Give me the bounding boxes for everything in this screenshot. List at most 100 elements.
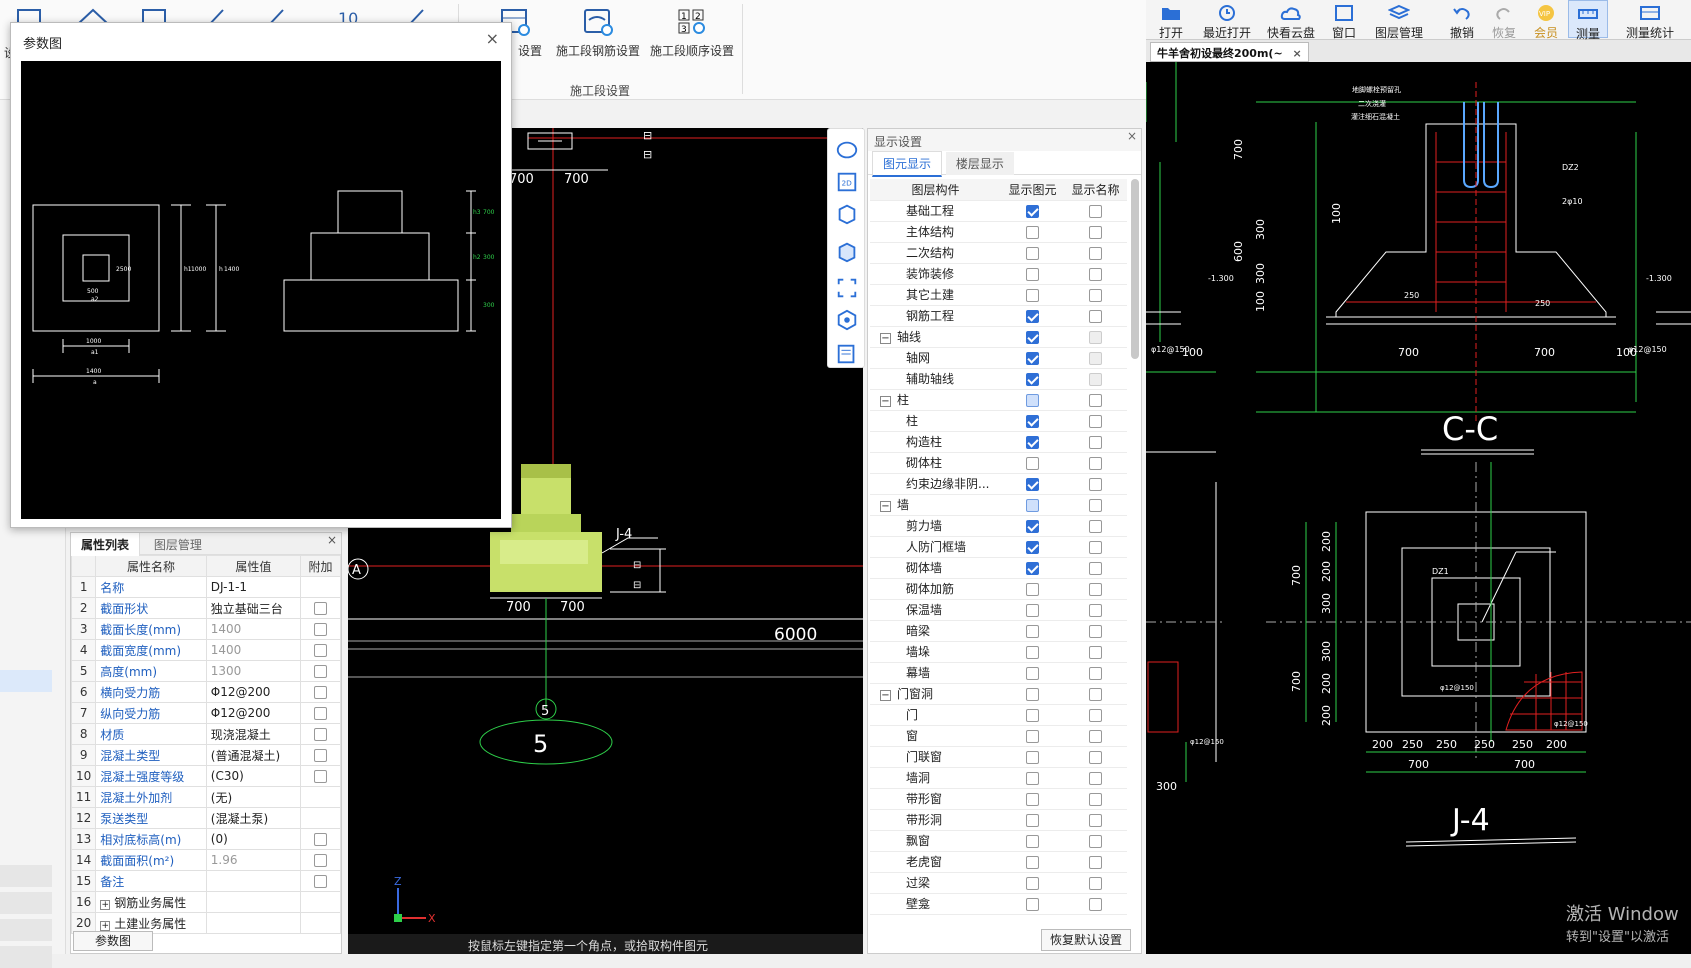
show-element-checkbox[interactable] xyxy=(1026,645,1039,659)
show-name-checkbox[interactable] xyxy=(1089,624,1102,638)
property-value[interactable]: 1.96 xyxy=(205,849,302,871)
layer-row[interactable]: 辅助轴线 xyxy=(870,368,1127,390)
show-name-checkbox[interactable] xyxy=(1089,267,1102,281)
close-icon[interactable]: × xyxy=(1293,47,1302,60)
property-row[interactable]: 9 混凝土类型 (普通混凝土) xyxy=(70,744,341,766)
additional-checkbox[interactable] xyxy=(314,602,327,615)
property-row[interactable]: 10 混凝土强度等级 (C30) xyxy=(70,765,341,787)
property-row[interactable]: 12 泵送类型 (混凝土泵) xyxy=(70,807,341,829)
layer-row[interactable]: 柱 xyxy=(870,410,1127,432)
show-element-checkbox[interactable] xyxy=(1026,519,1039,533)
property-value[interactable]: 1400 xyxy=(205,618,302,640)
show-name-checkbox[interactable] xyxy=(1089,288,1102,302)
layer-row[interactable]: 带形洞 xyxy=(870,809,1127,831)
layer-row[interactable]: 保温墙 xyxy=(870,599,1127,621)
show-element-checkbox[interactable] xyxy=(1026,582,1039,596)
tool-open[interactable]: 打开 xyxy=(1146,0,1196,41)
layer-row[interactable]: 构造柱 xyxy=(870,431,1127,453)
property-value[interactable]: DJ-1-1 xyxy=(205,576,302,598)
additional-checkbox[interactable] xyxy=(314,686,327,699)
param-diagram-button[interactable]: 参数图 xyxy=(73,931,153,951)
tool-window[interactable]: 窗口 xyxy=(1322,0,1366,41)
show-name-checkbox[interactable] xyxy=(1089,771,1102,785)
show-name-checkbox[interactable] xyxy=(1089,540,1102,554)
tab-element-display[interactable]: 图元显示 xyxy=(872,151,943,177)
property-row[interactable]: 15 备注 xyxy=(70,870,341,892)
show-element-checkbox[interactable] xyxy=(1026,288,1039,302)
property-value[interactable]: Φ12@200 xyxy=(205,681,302,703)
sidebar-item[interactable] xyxy=(0,946,52,968)
tool-redo[interactable]: 恢复 xyxy=(1484,0,1524,41)
layer-row[interactable]: 壁龛 xyxy=(870,893,1127,915)
layer-row[interactable]: 剪力墙 xyxy=(870,515,1127,537)
layer-row[interactable]: 墙洞 xyxy=(870,767,1127,789)
property-row[interactable]: 16 + 钢筋业务属性 xyxy=(70,891,341,913)
layer-row[interactable]: 飘窗 xyxy=(870,830,1127,852)
show-name-checkbox[interactable] xyxy=(1089,372,1102,386)
layer-row[interactable]: 基础工程 xyxy=(870,200,1127,222)
show-element-checkbox[interactable] xyxy=(1026,561,1039,575)
show-element-checkbox[interactable] xyxy=(1026,435,1039,449)
show-name-checkbox[interactable] xyxy=(1089,582,1102,596)
display-settings-icon[interactable] xyxy=(834,341,860,367)
show-element-checkbox[interactable] xyxy=(1026,393,1039,407)
view-2d-icon[interactable]: 2D xyxy=(834,169,860,195)
show-element-checkbox[interactable] xyxy=(1026,834,1039,848)
tab-layer-management[interactable]: 图层管理 xyxy=(144,533,212,556)
show-name-checkbox[interactable] xyxy=(1089,750,1102,764)
show-element-checkbox[interactable] xyxy=(1026,204,1039,218)
layer-row[interactable]: 暗梁 xyxy=(870,620,1127,642)
orbit-icon[interactable] xyxy=(834,137,860,163)
property-value[interactable]: (C30) xyxy=(205,765,302,787)
property-value[interactable]: 1300 xyxy=(205,660,302,682)
layer-row[interactable]: 轴网 xyxy=(870,347,1127,369)
show-name-checkbox[interactable] xyxy=(1089,792,1102,806)
layer-row[interactable]: 装饰装修 xyxy=(870,263,1127,285)
property-row[interactable]: 8 材质 现浇混凝土 xyxy=(70,723,341,745)
additional-checkbox[interactable] xyxy=(314,770,327,783)
layer-row[interactable]: 钢筋工程 xyxy=(870,305,1127,327)
document-tab[interactable]: 牛羊舍初设最终200m(~ × xyxy=(1150,42,1309,62)
show-name-checkbox[interactable] xyxy=(1089,876,1102,890)
property-row[interactable]: 7 纵向受力筋 Φ12@200 xyxy=(70,702,341,724)
layer-row[interactable]: 主体结构 xyxy=(870,221,1127,243)
property-value[interactable]: (普通混凝土) xyxy=(205,744,302,766)
show-name-checkbox[interactable] xyxy=(1089,519,1102,533)
property-row[interactable]: 14 截面面积(m²) 1.96 xyxy=(70,849,341,871)
property-value[interactable]: 现浇混凝土 xyxy=(205,723,302,745)
property-row[interactable]: 4 截面宽度(mm) 1400 xyxy=(70,639,341,661)
show-element-checkbox[interactable] xyxy=(1026,603,1039,617)
sidebar-item[interactable] xyxy=(0,892,52,914)
show-name-checkbox[interactable] xyxy=(1089,456,1102,470)
show-name-checkbox[interactable] xyxy=(1089,645,1102,659)
additional-checkbox[interactable] xyxy=(314,875,327,888)
property-row[interactable]: 5 高度(mm) 1300 xyxy=(70,660,341,682)
property-row[interactable]: 1 名称 DJ-1-1 xyxy=(70,576,341,598)
show-name-checkbox[interactable] xyxy=(1089,351,1102,365)
zoom-extents-icon[interactable] xyxy=(834,275,860,301)
property-value[interactable]: (无) xyxy=(205,786,302,808)
property-value[interactable] xyxy=(205,912,302,934)
show-element-checkbox[interactable] xyxy=(1026,372,1039,386)
layer-row[interactable]: 窗 xyxy=(870,725,1127,747)
property-value[interactable]: 1400 xyxy=(205,639,302,661)
layer-row[interactable]: 砌体柱 xyxy=(870,452,1127,474)
show-element-checkbox[interactable] xyxy=(1026,225,1039,239)
view-3d-box-icon[interactable] xyxy=(834,201,860,227)
show-name-checkbox[interactable] xyxy=(1089,561,1102,575)
show-element-checkbox[interactable] xyxy=(1026,456,1039,470)
tab-floor-display[interactable]: 楼层显示 xyxy=(945,152,1014,175)
layer-row[interactable]: 砌体墙 xyxy=(870,557,1127,579)
sidebar-item[interactable] xyxy=(0,919,52,941)
show-element-checkbox[interactable] xyxy=(1026,624,1039,638)
show-name-checkbox[interactable] xyxy=(1089,309,1102,323)
property-value[interactable]: Φ12@200 xyxy=(205,702,302,724)
show-name-checkbox[interactable] xyxy=(1089,414,1102,428)
show-name-checkbox[interactable] xyxy=(1089,435,1102,449)
additional-checkbox[interactable] xyxy=(314,665,327,678)
show-name-checkbox[interactable] xyxy=(1089,330,1102,344)
show-element-checkbox[interactable] xyxy=(1026,414,1039,428)
show-name-checkbox[interactable] xyxy=(1089,834,1102,848)
tool-vip[interactable]: VIP 会员 xyxy=(1526,0,1566,41)
show-element-checkbox[interactable] xyxy=(1026,666,1039,680)
